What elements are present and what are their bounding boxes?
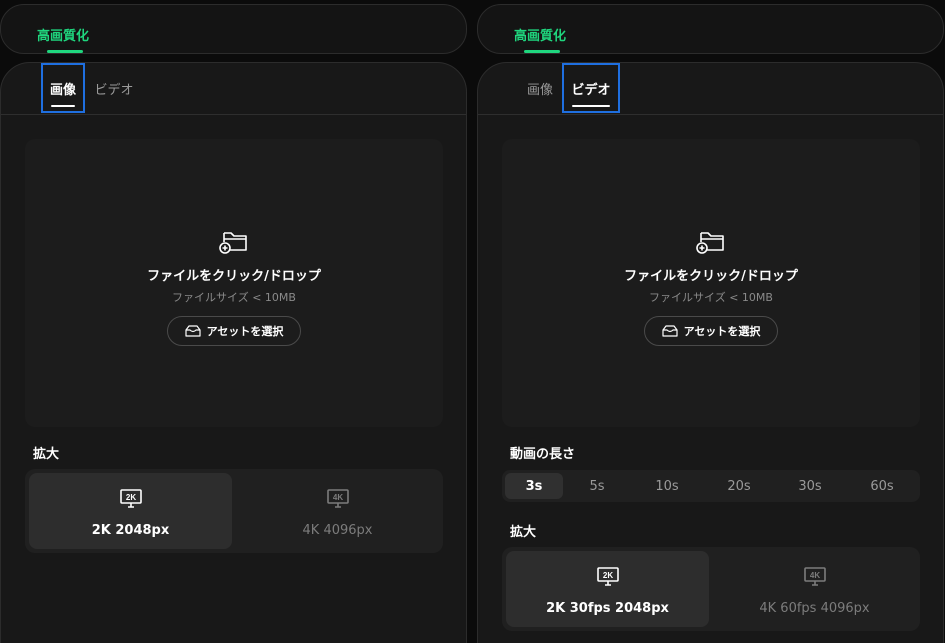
tab-video[interactable]: ビデオ [89,63,139,114]
tab-image[interactable]: 画像 [518,63,562,114]
upscale-option-label: 4K 4096px [302,523,373,538]
header-active-indicator [47,50,83,53]
duration-option-30s[interactable]: 30s [775,473,845,499]
monitor-2k-icon: 2K [120,489,142,508]
duration-option-3s[interactable]: 3s [505,473,563,499]
duration-option-20s[interactable]: 20s [704,473,774,499]
select-asset-button[interactable]: アセットを選択 [167,316,301,346]
tab-divider [478,114,943,115]
monitor-2k-icon: 2K [597,567,619,586]
select-asset-label: アセットを選択 [206,325,284,338]
header-title[interactable]: 高画質化 [514,25,566,44]
tab-image[interactable]: 画像 [41,63,85,113]
header-bar: 高画質化 [0,4,467,54]
monitor-badge-text: 4K [333,493,343,502]
folder-add-icon [696,232,724,254]
monitor-4k-icon: 4K [327,489,349,508]
image-upscale-panel: 高画質化 画像 ビデオ ファイルをクリック/ドロップ ファイルサイズ < 10M… [0,0,468,643]
dropzone-size-limit: ファイルサイズ < 10MB [172,291,296,304]
upscale-option-2k[interactable]: 2K 2K 2048px [29,473,232,549]
upscale-option-2k[interactable]: 2K 2K 30fps 2048px [506,551,709,627]
header-title[interactable]: 高画質化 [37,25,89,44]
upscale-option-label: 2K 30fps 2048px [546,601,669,616]
tab-video[interactable]: ビデオ [562,63,620,113]
dropzone-size-limit: ファイルサイズ < 10MB [649,291,773,304]
tab-divider [1,114,466,115]
monitor-badge-text: 4K [810,571,820,580]
upscale-option-label: 4K 60fps 4096px [759,601,870,616]
upload-dropzone[interactable]: ファイルをクリック/ドロップ ファイルサイズ < 10MB アセットを選択 [502,139,920,427]
header-active-indicator [524,50,560,53]
upscale-label: 拡大 [33,447,60,462]
duration-selector: 3s 5s 10s 20s 30s 60s [502,470,920,502]
upscale-option-label: 2K 2048px [91,523,170,538]
upscale-label: 拡大 [510,525,537,540]
duration-option-5s[interactable]: 5s [568,473,626,499]
upscale-option-4k[interactable]: 4K 4K 4096px [236,473,439,549]
select-asset-label: アセットを選択 [683,325,761,338]
asset-library-icon [662,325,678,337]
dropzone-title: ファイルをクリック/ドロップ [624,269,798,284]
upscale-options: 2K 2K 2048px 4K 4K 4096px [25,469,443,553]
duration-label: 動画の長さ [510,447,576,462]
main-panel: 画像 ビデオ ファイルをクリック/ドロップ ファイルサイズ < 10MB アセッ… [477,62,944,643]
header-bar: 高画質化 [477,4,944,54]
select-asset-button[interactable]: アセットを選択 [644,316,778,346]
upscale-options: 2K 2K 30fps 2048px 4K 4K 60fps 4096px [502,547,920,631]
monitor-4k-icon: 4K [804,567,826,586]
upscale-option-4k[interactable]: 4K 4K 60fps 4096px [713,551,916,627]
dropzone-title: ファイルをクリック/ドロップ [147,269,321,284]
video-upscale-panel: 高画質化 画像 ビデオ ファイルをクリック/ドロップ ファイルサイズ < 10M… [477,0,945,643]
duration-option-60s[interactable]: 60s [847,473,917,499]
upload-dropzone[interactable]: ファイルをクリック/ドロップ ファイルサイズ < 10MB アセットを選択 [25,139,443,427]
folder-add-icon [219,232,247,254]
main-panel: 画像 ビデオ ファイルをクリック/ドロップ ファイルサイズ < 10MB アセッ… [0,62,467,643]
monitor-badge-text: 2K [126,493,136,502]
duration-option-10s[interactable]: 10s [632,473,702,499]
asset-library-icon [185,325,201,337]
monitor-badge-text: 2K [603,571,613,580]
